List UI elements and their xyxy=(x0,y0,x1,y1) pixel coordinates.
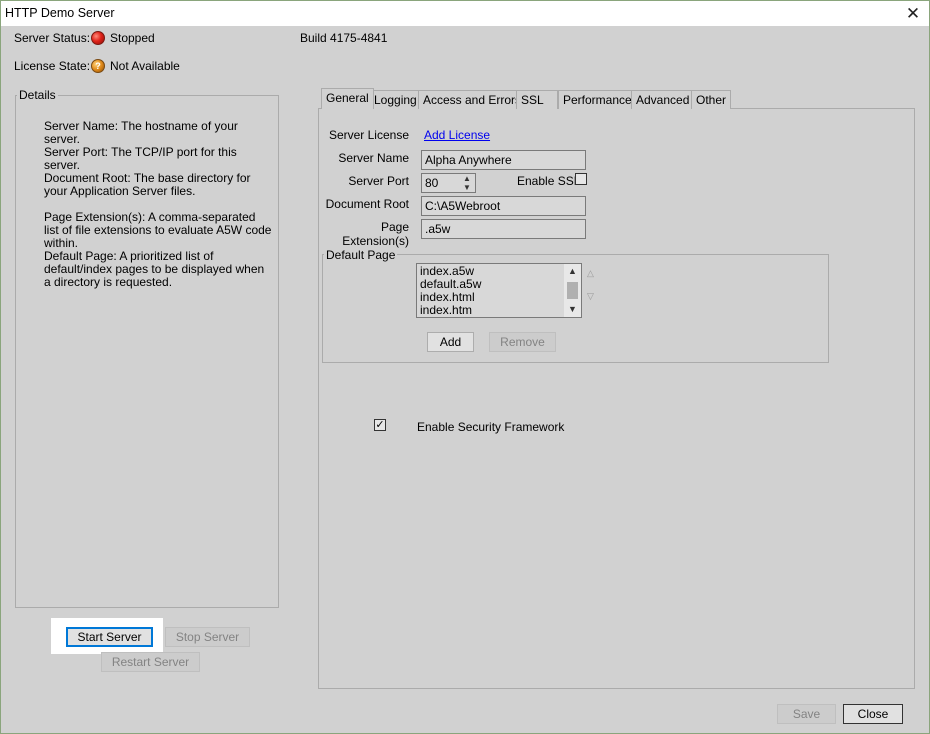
enable-ssl-label: Enable SSL xyxy=(517,174,581,188)
default-page-legend: Default Page xyxy=(324,248,398,262)
tab-ssl[interactable]: SSL xyxy=(516,90,558,109)
license-state-label: License State: xyxy=(14,59,91,73)
details-server-port: Server Port: The TCP/IP port for this se… xyxy=(44,145,237,172)
title-bar: HTTP Demo Server ✕ xyxy=(1,1,929,26)
save-button[interactable]: Save xyxy=(777,704,836,724)
page-extensions-input[interactable]: .a5w xyxy=(421,219,586,239)
tab-panel-general xyxy=(318,108,915,689)
document-root-label: Document Root xyxy=(325,197,409,211)
license-warning-icon: ? xyxy=(91,59,105,73)
tab-logging[interactable]: Logging xyxy=(369,90,422,109)
move-down-icon[interactable]: ▽ xyxy=(587,291,594,302)
move-up-icon[interactable]: △ xyxy=(587,268,594,279)
default-page-scrollbar[interactable]: ▲ ▼ xyxy=(564,264,581,317)
server-name-label: Server Name xyxy=(338,151,409,165)
restart-server-button[interactable]: Restart Server xyxy=(101,652,200,672)
enable-ssl-checkbox[interactable] xyxy=(575,173,587,185)
server-license-label: Server License xyxy=(328,128,409,142)
scroll-thumb[interactable] xyxy=(567,282,578,299)
enable-security-label: Enable Security Framework xyxy=(417,420,565,434)
port-down-icon[interactable]: ▼ xyxy=(460,183,474,192)
stop-server-button[interactable]: Stop Server xyxy=(165,627,250,647)
license-state-value: Not Available xyxy=(110,59,180,73)
details-server-name: Server Name: The hostname of your server… xyxy=(44,119,238,146)
tab-general[interactable]: General xyxy=(321,88,374,109)
port-up-icon[interactable]: ▲ xyxy=(460,174,474,183)
enable-security-checkbox[interactable]: ✓ xyxy=(374,419,386,431)
stopped-status-icon xyxy=(91,31,105,45)
details-document-root: Document Root: The base directory for yo… xyxy=(44,171,251,198)
tab-performance[interactable]: Performance xyxy=(558,90,637,109)
build-number: Build 4175-4841 xyxy=(300,31,388,45)
tab-advanced[interactable]: Advanced xyxy=(631,90,695,109)
server-name-input[interactable]: Alpha Anywhere xyxy=(421,150,586,170)
server-status-label: Server Status: xyxy=(14,31,91,45)
close-window-icon[interactable]: ✕ xyxy=(899,2,927,25)
tab-other[interactable]: Other xyxy=(691,90,732,109)
add-license-link[interactable]: Add License xyxy=(424,128,490,142)
server-port-stepper[interactable]: 80 ▲ ▼ xyxy=(421,173,476,193)
details-page-extensions: Page Extension(s): A comma-separated lis… xyxy=(44,210,272,250)
scroll-up-icon[interactable]: ▲ xyxy=(564,266,581,276)
page-extensions-label: Page Extension(s) xyxy=(342,220,409,248)
window-title: HTTP Demo Server xyxy=(5,6,115,20)
tab-access-and-errors[interactable]: Access and Errors xyxy=(418,90,527,109)
start-server-button[interactable]: Start Server xyxy=(66,627,153,647)
remove-page-button[interactable]: Remove xyxy=(489,332,556,352)
list-item[interactable]: index.htm xyxy=(420,304,472,317)
details-default-page: Default Page: A prioritized list of defa… xyxy=(44,249,265,289)
details-legend: Details xyxy=(17,88,58,102)
default-page-list[interactable]: index.a5w default.a5w index.html index.h… xyxy=(416,263,582,318)
document-root-input[interactable]: C:\A5Webroot xyxy=(421,196,586,216)
server-port-value: 80 xyxy=(425,176,439,190)
add-page-button[interactable]: Add xyxy=(427,332,474,352)
server-status-value: Stopped xyxy=(110,31,155,45)
server-port-label: Server Port xyxy=(348,174,409,188)
scroll-down-icon[interactable]: ▼ xyxy=(564,304,581,314)
close-button[interactable]: Close xyxy=(843,704,903,724)
